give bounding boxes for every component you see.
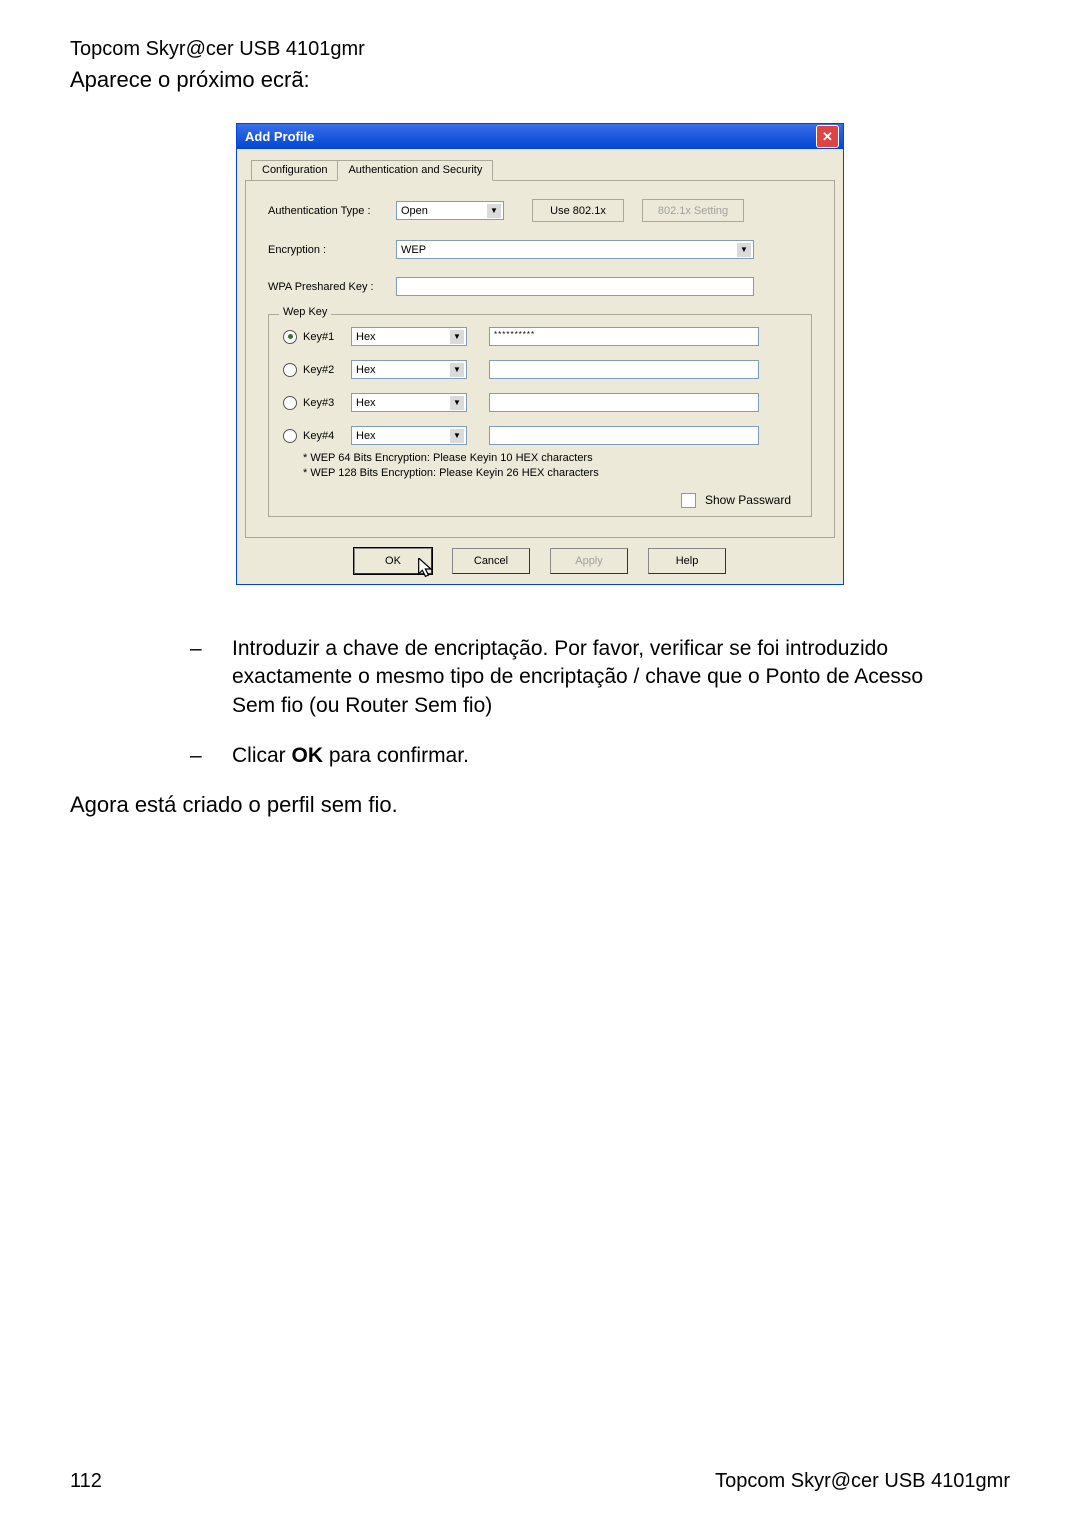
chevron-down-icon: ▼ bbox=[736, 242, 752, 258]
show-password-row: Show Passward bbox=[283, 493, 797, 508]
instruction-2: – Clicar OK para confirmar. bbox=[190, 742, 954, 770]
wep-hint: * WEP 64 Bits Encryption: Please Keyin 1… bbox=[303, 451, 797, 481]
dialog-title: Add Profile bbox=[245, 129, 314, 144]
add-profile-dialog: Add Profile ✕ Configuration Authenticati… bbox=[236, 123, 844, 585]
key1-format-select[interactable]: Hex ▼ bbox=[351, 327, 467, 346]
auth-type-value: Open bbox=[401, 205, 428, 217]
key4-radio[interactable] bbox=[283, 429, 297, 443]
use-8021x-button[interactable]: Use 802.1x bbox=[532, 199, 624, 222]
auth-type-select[interactable]: Open ▼ bbox=[396, 201, 504, 220]
chevron-down-icon: ▼ bbox=[449, 362, 465, 378]
titlebar: Add Profile ✕ bbox=[237, 124, 843, 149]
chevron-down-icon: ▼ bbox=[486, 203, 502, 219]
help-button[interactable]: Help bbox=[648, 548, 726, 574]
key1-radio[interactable] bbox=[283, 330, 297, 344]
key4-format-select[interactable]: Hex ▼ bbox=[351, 426, 467, 445]
auth-type-label: Authentication Type : bbox=[268, 205, 396, 217]
encryption-select[interactable]: WEP ▼ bbox=[396, 240, 754, 259]
instruction-2-text: Clicar OK para confirmar. bbox=[232, 742, 469, 770]
key2-radio[interactable] bbox=[283, 363, 297, 377]
8021x-setting-button: 802.1x Setting bbox=[642, 199, 744, 222]
intro-text: Aparece o próximo ecrã: bbox=[70, 67, 1010, 93]
key2-format-value: Hex bbox=[356, 364, 376, 376]
wep-key-row-2: Key#2 Hex ▼ bbox=[283, 360, 797, 379]
wep-hint-2: * WEP 128 Bits Encryption: Please Keyin … bbox=[303, 466, 797, 481]
chevron-down-icon: ▼ bbox=[449, 428, 465, 444]
key3-format-select[interactable]: Hex ▼ bbox=[351, 393, 467, 412]
chevron-down-icon: ▼ bbox=[449, 395, 465, 411]
wep-key-row-3: Key#3 Hex ▼ bbox=[283, 393, 797, 412]
key1-input[interactable]: ********** bbox=[489, 327, 759, 346]
wep-key-legend: Wep Key bbox=[279, 306, 331, 318]
key2-label: Key#2 bbox=[303, 364, 351, 376]
key2-format-select[interactable]: Hex ▼ bbox=[351, 360, 467, 379]
page-number: 112 bbox=[70, 1470, 102, 1493]
key3-format-value: Hex bbox=[356, 397, 376, 409]
wpa-key-label: WPA Preshared Key : bbox=[268, 281, 396, 293]
wep-key-row-4: Key#4 Hex ▼ bbox=[283, 426, 797, 445]
key2-input[interactable] bbox=[489, 360, 759, 379]
show-password-checkbox[interactable] bbox=[681, 493, 696, 508]
show-password-label: Show Passward bbox=[705, 493, 791, 507]
key3-input[interactable] bbox=[489, 393, 759, 412]
dialog-button-row: OK Cancel Apply Help bbox=[245, 538, 835, 578]
tab-configuration[interactable]: Configuration bbox=[251, 160, 338, 181]
chevron-down-icon: ▼ bbox=[449, 329, 465, 345]
page-footer: 112 Topcom Skyr@cer USB 4101gmr bbox=[70, 1470, 1010, 1493]
wep-key-row-1: Key#1 Hex ▼ ********** bbox=[283, 327, 797, 346]
key4-format-value: Hex bbox=[356, 430, 376, 442]
close-icon: ✕ bbox=[822, 130, 833, 143]
key3-radio[interactable] bbox=[283, 396, 297, 410]
key1-label: Key#1 bbox=[303, 331, 351, 343]
encryption-label: Encryption : bbox=[268, 244, 396, 256]
key3-label: Key#3 bbox=[303, 397, 351, 409]
ok-button[interactable]: OK bbox=[354, 548, 432, 574]
close-button[interactable]: ✕ bbox=[816, 125, 839, 148]
wep-key-group: Wep Key Key#1 Hex ▼ ********** Key#2 bbox=[268, 314, 812, 517]
key1-format-value: Hex bbox=[356, 331, 376, 343]
instruction-1: – Introduzir a chave de encriptação. Por… bbox=[190, 635, 954, 720]
apply-button: Apply bbox=[550, 548, 628, 574]
closing-text: Agora está criado o perfil sem fio. bbox=[70, 792, 1010, 818]
key4-label: Key#4 bbox=[303, 430, 351, 442]
wpa-key-input[interactable] bbox=[396, 277, 754, 296]
cancel-button[interactable]: Cancel bbox=[452, 548, 530, 574]
dash-icon: – bbox=[190, 742, 232, 770]
tab-strip: Configuration Authentication and Securit… bbox=[251, 159, 835, 180]
key4-input[interactable] bbox=[489, 426, 759, 445]
tab-panel: Authentication Type : Open ▼ Use 802.1x … bbox=[245, 180, 835, 538]
instruction-1-text: Introduzir a chave de encriptação. Por f… bbox=[232, 635, 954, 720]
wep-hint-1: * WEP 64 Bits Encryption: Please Keyin 1… bbox=[303, 451, 797, 466]
header-product: Topcom Skyr@cer USB 4101gmr bbox=[70, 38, 1010, 61]
tab-auth-security[interactable]: Authentication and Security bbox=[337, 160, 493, 181]
dash-icon: – bbox=[190, 635, 232, 720]
footer-product: Topcom Skyr@cer USB 4101gmr bbox=[715, 1470, 1010, 1493]
encryption-value: WEP bbox=[401, 244, 426, 256]
